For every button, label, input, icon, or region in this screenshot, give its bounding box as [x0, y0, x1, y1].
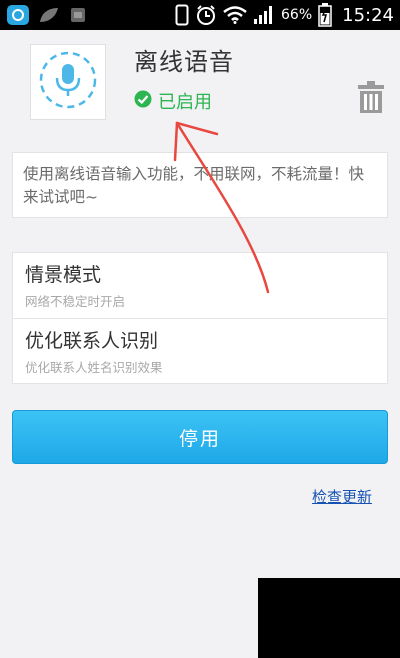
enabled-status: 已启用 [134, 88, 212, 114]
setting-subtitle: 优化联系人姓名识别效果 [25, 360, 163, 375]
setting-title: 优化联系人识别 [25, 330, 159, 352]
black-overlay-block [258, 578, 400, 658]
delete-button[interactable] [356, 80, 386, 118]
clock-time: 15:24 [342, 4, 394, 26]
description-text: 使用离线语音输入功能，不用联网，不耗流量！快来试试吧~ [23, 165, 365, 206]
alarm-icon [195, 4, 217, 26]
wifi-icon [223, 6, 247, 24]
setting-scene-mode[interactable]: 情景模式 网络不稳定时开启 [13, 253, 387, 318]
description-box: 使用离线语音输入功能，不用联网，不耗流量！快来试试吧~ [12, 152, 388, 218]
app-title: 离线语音 [134, 48, 234, 76]
settings-list: 情景模式 网络不稳定时开启 优化联系人识别 优化联系人姓名识别效果 [12, 252, 388, 384]
setting-title: 情景模式 [25, 264, 102, 286]
enabled-status-label: 已启用 [158, 92, 212, 113]
status-left [6, 4, 88, 26]
app-logo-icon [6, 4, 30, 26]
offline-voice-app-icon [30, 44, 106, 120]
leaf-icon [38, 6, 60, 24]
setting-subtitle: 网络不稳定时开启 [25, 294, 126, 309]
check-circle-icon [134, 90, 152, 113]
battery-icon [318, 3, 332, 27]
phone-icon [175, 4, 189, 26]
battery-percent: 66% [281, 7, 313, 23]
setting-contact-recognition[interactable]: 优化联系人识别 优化联系人姓名识别效果 [13, 318, 387, 383]
sim-icon [68, 6, 88, 24]
microphone-icon [38, 50, 98, 114]
status-right: 66% 15:24 [175, 3, 394, 27]
trash-icon [357, 80, 385, 118]
disable-button[interactable]: 停用 [12, 410, 388, 464]
signal-icon [253, 5, 275, 25]
status-bar: 66% 15:24 [0, 0, 400, 30]
check-update-link[interactable]: 检查更新 [312, 486, 372, 507]
